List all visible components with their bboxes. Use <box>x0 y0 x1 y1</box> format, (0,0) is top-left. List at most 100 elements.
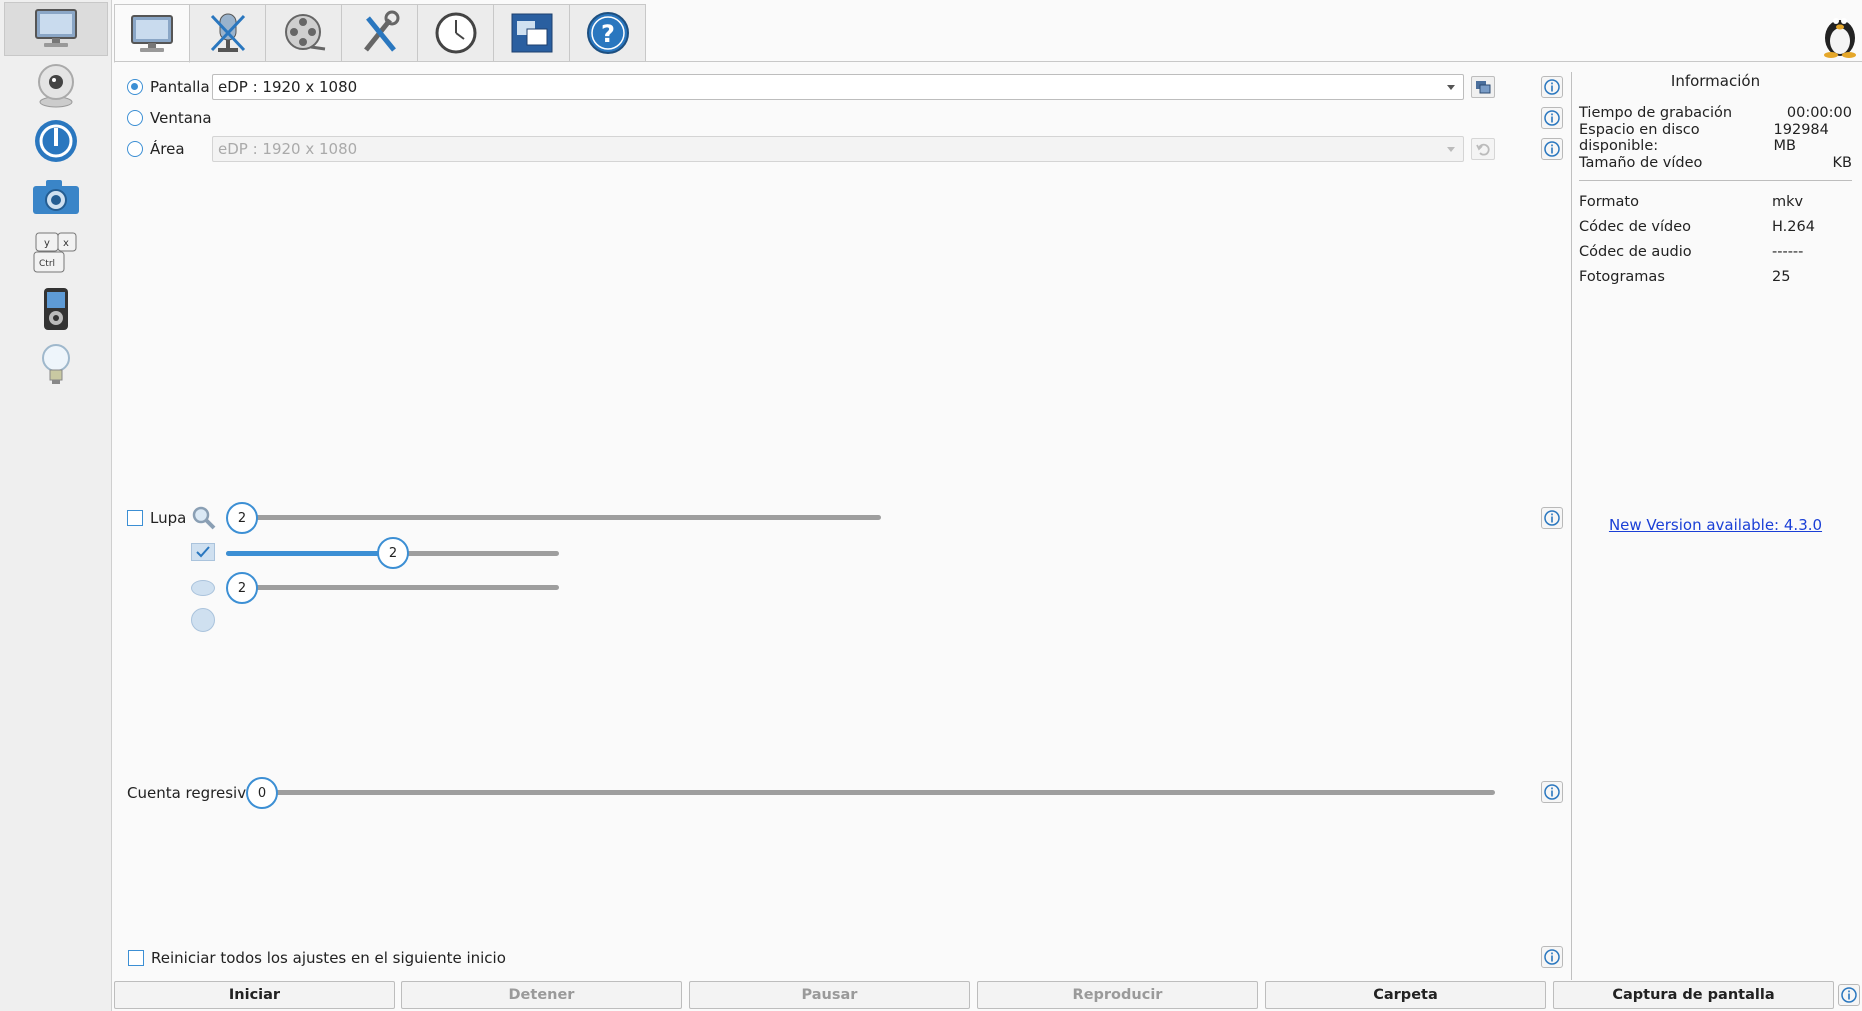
help-icon: ? <box>586 12 629 54</box>
screen-info-button[interactable] <box>1541 76 1563 98</box>
magnifier-icon <box>192 506 216 530</box>
screenshot-button[interactable]: Captura de pantalla <box>1553 981 1834 1009</box>
tab-bar: ? <box>114 4 646 63</box>
window-label: Ventana <box>150 109 212 127</box>
camera-icon <box>33 180 79 214</box>
reset-option[interactable]: Reiniciar todos los ajustes en el siguie… <box>128 949 506 967</box>
ellipse-shape-option[interactable] <box>191 580 215 596</box>
screens-icon <box>1476 81 1491 94</box>
audio-codec-row: Códec de audio ------ <box>1579 239 1852 264</box>
sidebar-item-tips[interactable] <box>4 338 108 392</box>
magnifier-size-track[interactable] <box>242 515 881 520</box>
tab-help[interactable]: ? <box>570 4 646 62</box>
clock-icon <box>435 12 476 54</box>
magnifier-option[interactable]: Lupa <box>127 509 186 527</box>
sidebar-item-power[interactable] <box>4 114 108 168</box>
linux-logo <box>1820 8 1860 62</box>
area-info-button[interactable] <box>1541 138 1563 160</box>
tools-icon <box>363 10 399 52</box>
sidebar-item-shortcuts[interactable]: y x Ctrl <box>4 226 108 280</box>
circle-shape-option[interactable] <box>191 608 215 632</box>
disk-space-unit: MB <box>1773 137 1796 154</box>
audio-codec-value: ------ <box>1772 243 1804 260</box>
magnifier-width-value: 2 <box>237 580 247 596</box>
rectangle-shape-option[interactable] <box>191 543 215 561</box>
tab-timer[interactable] <box>418 4 494 62</box>
magnifier-info-button[interactable] <box>1541 507 1563 529</box>
screen-select-value: eDP : 1920 x 1080 <box>218 78 358 96</box>
record-time-label: Tiempo de grabación <box>1579 104 1733 121</box>
play-button[interactable]: Reproducir <box>977 981 1258 1009</box>
screen-identify-button[interactable] <box>1471 76 1495 98</box>
option-window[interactable]: Ventana <box>127 109 212 127</box>
countdown-handle[interactable]: 0 <box>246 777 278 809</box>
video-size-row: Tamaño de vídeo KB <box>1579 150 1852 175</box>
magnifier-size-handle[interactable]: 2 <box>226 502 258 534</box>
format-row: Formato mkv <box>1579 189 1852 214</box>
area-reset-button[interactable] <box>1471 138 1495 160</box>
info-title: Información <box>1670 72 1761 90</box>
tab-video[interactable] <box>266 4 342 62</box>
disk-space-label: Espacio en disco disponible: <box>1579 121 1700 154</box>
sidebar-item-snapshot[interactable] <box>4 170 108 224</box>
media-player-icon <box>44 288 68 330</box>
window-info-button[interactable] <box>1541 107 1563 129</box>
option-area[interactable]: Área <box>127 140 185 158</box>
tab-windows[interactable] <box>494 4 570 62</box>
magnifier-checkbox[interactable] <box>127 510 143 526</box>
countdown-row: Cuenta regresiva <box>127 784 255 802</box>
magnifier-label: Lupa <box>150 509 187 527</box>
countdown-info-button[interactable] <box>1541 781 1563 803</box>
info-icon <box>1544 110 1560 126</box>
svg-text:y: y <box>44 238 50 249</box>
magnifier-height-handle[interactable]: 2 <box>377 537 409 569</box>
sidebar: y x Ctrl <box>0 0 112 1011</box>
reset-checkbox[interactable] <box>128 950 144 966</box>
disk-space-row: Espacio en disco disponible: 192984 MB <box>1579 122 1852 154</box>
window-radio[interactable] <box>127 110 143 126</box>
fps-label: Fotogramas <box>1579 268 1665 285</box>
area-label: Área <box>150 140 185 158</box>
record-time-value: 00:00:00 <box>1786 104 1852 121</box>
new-version-link[interactable]: New Version available: 4.3.0 <box>1579 516 1852 534</box>
reset-info-button[interactable] <box>1541 946 1563 968</box>
magnifier-height-value: 2 <box>388 545 398 561</box>
undo-icon <box>1476 143 1490 156</box>
area-radio[interactable] <box>127 141 143 157</box>
countdown-label: Cuenta regresiva <box>127 784 256 802</box>
buttons-info-button[interactable] <box>1838 984 1860 1006</box>
countdown-value: 0 <box>257 785 267 801</box>
video-codec-label: Códec de vídeo <box>1579 218 1692 235</box>
stop-button[interactable]: Detener <box>401 981 682 1009</box>
area-select-value: eDP : 1920 x 1080 <box>218 140 358 158</box>
tab-screen[interactable] <box>114 4 190 63</box>
screen-label: Pantalla <box>150 78 210 96</box>
webcam-icon <box>38 64 74 108</box>
check-icon <box>196 546 210 558</box>
info-icon <box>1544 784 1560 800</box>
sidebar-item-player[interactable] <box>4 282 108 336</box>
magnifier-width-handle[interactable]: 2 <box>226 572 258 604</box>
screen-radio[interactable] <box>127 79 143 95</box>
folder-button[interactable]: Carpeta <box>1265 981 1546 1009</box>
tab-settings[interactable] <box>342 4 418 62</box>
tab-audio[interactable] <box>190 4 266 62</box>
start-button[interactable]: Iniciar <box>114 981 395 1009</box>
countdown-track[interactable] <box>262 790 1495 795</box>
windows-icon <box>511 13 552 53</box>
sidebar-item-screen[interactable] <box>4 2 108 56</box>
video-codec-value: H.264 <box>1772 218 1815 235</box>
magnifier-width-track[interactable] <box>242 585 559 590</box>
info-panel: Información Tiempo de grabación 00:00:00… <box>1579 72 1852 289</box>
area-select[interactable]: eDP : 1920 x 1080 <box>212 136 1464 162</box>
fps-value: 25 <box>1772 268 1791 285</box>
magnifier-height-fill <box>226 551 393 556</box>
screen-select[interactable]: eDP : 1920 x 1080 <box>212 74 1464 100</box>
info-icon <box>1841 987 1857 1003</box>
sidebar-item-webcam[interactable] <box>4 58 108 112</box>
pause-button[interactable]: Pausar <box>689 981 970 1009</box>
info-icon <box>1544 79 1560 95</box>
power-icon <box>35 120 77 162</box>
option-screen[interactable]: Pantalla <box>127 78 210 96</box>
tab-separator <box>114 61 1862 62</box>
